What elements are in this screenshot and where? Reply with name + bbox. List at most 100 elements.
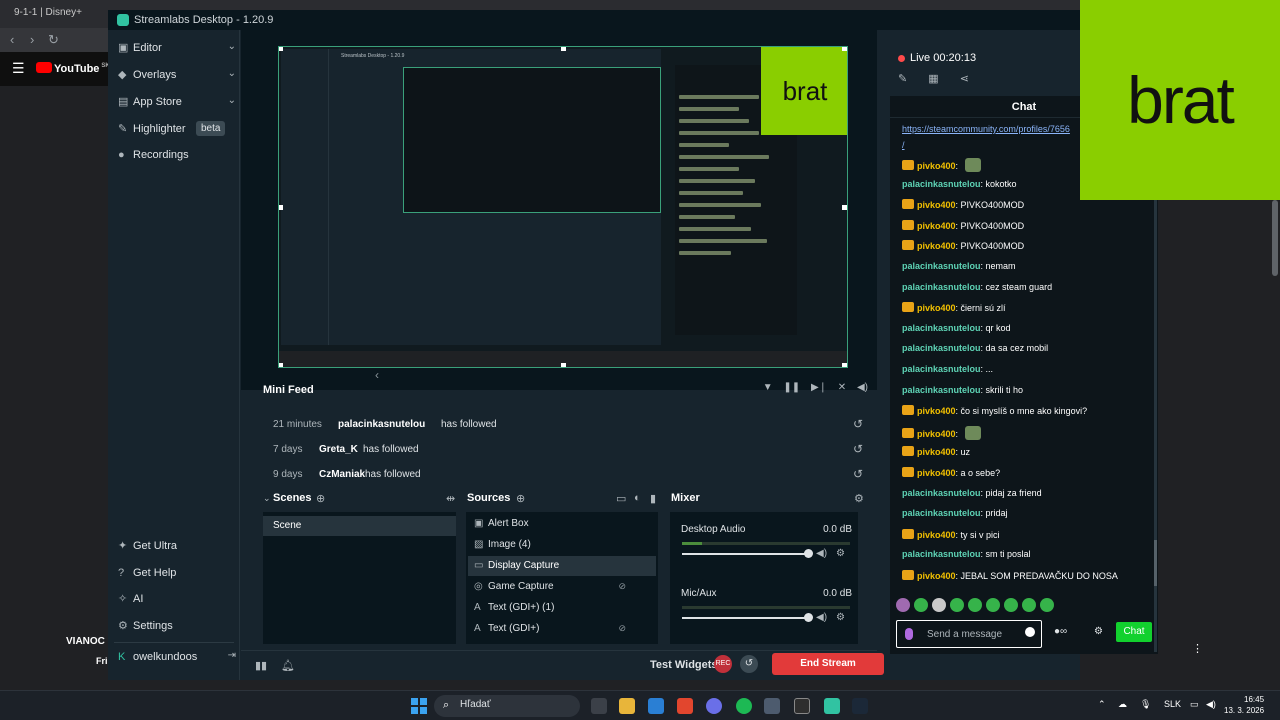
volume-tray-icon[interactable]: ◀) — [1206, 699, 1216, 710]
gear-icon[interactable]: ⚙ — [1094, 626, 1103, 637]
scene-item[interactable]: Scene — [263, 516, 456, 536]
tray-overflow-icon[interactable]: ⌃ — [1098, 699, 1106, 710]
bits-icon[interactable]: ●∞ — [1054, 626, 1067, 637]
resize-handle[interactable] — [279, 205, 283, 210]
chat-username[interactable]: pivko400 — [917, 429, 956, 439]
chat-username[interactable]: palacinkasnutelou — [902, 261, 981, 271]
source-item[interactable]: ▨ Image (4) — [468, 535, 656, 555]
emote-icon[interactable] — [1004, 598, 1018, 612]
source-item[interactable]: A Text (GDI+) (1) — [468, 598, 656, 618]
microphone-tray-icon[interactable]: 🎙︎ — [1140, 699, 1151, 710]
volume-icon[interactable]: ◀) — [857, 382, 868, 393]
resize-handle[interactable] — [842, 47, 847, 51]
chat-username[interactable]: pivko400 — [917, 571, 956, 581]
test-widgets-label[interactable]: Test Widgets — [650, 659, 718, 671]
sidebar-item-highlighter[interactable]: ✎ Highlighter beta — [118, 121, 236, 141]
sidebar-item-get-ultra[interactable]: ✦ Get Ultra — [118, 538, 236, 558]
resize-handle[interactable] — [561, 363, 566, 367]
dashboard-icon[interactable]: ▦ — [928, 73, 938, 85]
edit-stream-info-icon[interactable]: ✎ — [898, 73, 907, 85]
pause-icon[interactable]: ❚❚ — [783, 382, 800, 393]
chat-message-input[interactable] — [927, 627, 1017, 641]
source-item[interactable]: ◎ Game Capture ⊘ — [468, 577, 656, 597]
youtube-logo[interactable]: YouTube SK — [36, 62, 110, 75]
chat-username[interactable]: pivko400 — [917, 406, 956, 416]
resize-handle[interactable] — [842, 205, 847, 210]
chat-username[interactable]: palacinkasnutelou — [902, 508, 981, 518]
chat-username[interactable]: palacinkasnutelou — [902, 549, 981, 559]
more-options-icon[interactable]: ⋮ — [1192, 642, 1203, 655]
filter-icon[interactable]: ▼ — [763, 382, 773, 393]
menu-icon[interactable]: ☰ — [12, 60, 25, 77]
add-scene-icon[interactable]: ⊕ — [316, 492, 325, 505]
windows-start-icon[interactable] — [411, 698, 427, 714]
eye-slash-icon[interactable]: ⊘ — [618, 581, 626, 592]
chevron-down-icon[interactable]: ⌄ — [263, 493, 271, 504]
logout-icon[interactable]: ⇥ — [228, 650, 236, 661]
volume-slider[interactable] — [682, 613, 813, 622]
replay-icon[interactable]: ↺ — [853, 442, 863, 456]
sidebar-item-settings[interactable]: ⚙ Settings — [118, 618, 236, 638]
chat-username[interactable]: pivko400 — [917, 241, 956, 251]
back-arrow-icon[interactable]: ‹ — [10, 32, 14, 47]
gear-icon[interactable]: ⚙ — [836, 612, 845, 623]
source-item[interactable]: ▭ Display Capture — [468, 556, 656, 576]
sidebar-item-editor[interactable]: ▣ Editor ⌄ — [118, 40, 236, 60]
replay-icon[interactable]: ↺ — [853, 467, 863, 481]
volume-slider-knob[interactable] — [804, 613, 813, 622]
mute-alerts-icon[interactable]: ✕ — [838, 382, 846, 393]
chevron-down-icon[interactable]: ⌄ — [228, 41, 236, 52]
chat-scrollbar-thumb[interactable] — [1154, 540, 1157, 586]
forward-arrow-icon[interactable]: › — [30, 32, 34, 47]
emote-icon[interactable] — [932, 598, 946, 612]
folder-icon[interactable]: ▮ — [650, 492, 656, 505]
chat-link[interactable]: https://steamcommunity.com/profiles/7656 — [902, 124, 1070, 134]
chat-input-box[interactable] — [896, 620, 1042, 648]
notification-bell-icon[interactable]: 🔔︎ — [281, 659, 295, 672]
chat-link[interactable]: / — [902, 140, 905, 150]
add-source-icon[interactable]: ⊕ — [516, 492, 525, 505]
eye-slash-icon[interactable]: ⊘ — [618, 623, 626, 634]
chat-username[interactable]: palacinkasnutelou — [902, 343, 981, 353]
emote-icon[interactable] — [1022, 598, 1036, 612]
task-view-icon[interactable] — [591, 698, 607, 714]
chat-username[interactable]: palacinkasnutelou — [902, 488, 981, 498]
chat-username[interactable]: pivko400 — [917, 161, 956, 171]
sidebar-item-profile[interactable]: K owelkundoos ⇥ — [118, 649, 236, 669]
outlook-icon[interactable] — [648, 698, 664, 714]
gear-icon[interactable]: ⚙ — [854, 492, 864, 505]
source-item[interactable]: A Text (GDI+) ⊘ — [468, 619, 656, 639]
chat-send-button[interactable]: Chat — [1116, 622, 1152, 642]
taskbar-search[interactable]: ⌕ Hľadať — [434, 695, 580, 717]
discord-icon[interactable] — [706, 698, 722, 714]
source-group-icon[interactable]: ▭ — [616, 492, 626, 505]
emote-icon[interactable] — [986, 598, 1000, 612]
taskbar-clock[interactable]: 16:45 13. 3. 2026 — [1224, 694, 1264, 716]
monitor-tray-icon[interactable]: ▭ — [1190, 699, 1199, 710]
resize-handle[interactable] — [279, 47, 283, 51]
volume-slider-knob[interactable] — [804, 549, 813, 558]
chat-username[interactable]: pivko400 — [917, 468, 956, 478]
browser-tab[interactable]: 9-1-1 | Disney+ — [6, 4, 106, 24]
file-explorer-icon[interactable] — [619, 698, 635, 714]
chat-username[interactable]: pivko400 — [917, 200, 956, 210]
chat-username[interactable]: pivko400 — [917, 447, 956, 457]
scene-transitions-icon[interactable]: ⇹ — [446, 492, 455, 505]
chat-username[interactable]: pivko400 — [917, 530, 956, 540]
speaker-icon[interactable]: ◀) — [816, 548, 827, 559]
sidebar-item-overlays[interactable]: ◆ Overlays ⌄ — [118, 67, 236, 87]
chat-username[interactable]: pivko400 — [917, 221, 956, 231]
chat-username[interactable]: pivko400 — [917, 303, 956, 313]
emote-icon[interactable] — [950, 598, 964, 612]
chat-username[interactable]: palacinkasnutelou — [902, 179, 981, 189]
gear-icon[interactable]: ⚙ — [836, 548, 845, 559]
brave-browser-icon[interactable] — [677, 698, 693, 714]
record-button[interactable]: REC — [714, 655, 732, 673]
chat-username[interactable]: palacinkasnutelou — [902, 385, 981, 395]
chevron-down-icon[interactable]: ⌄ — [228, 68, 236, 79]
emote-icon[interactable] — [896, 598, 910, 612]
app-icon[interactable] — [764, 698, 780, 714]
resize-handle[interactable] — [279, 363, 283, 367]
browser-scrollbar[interactable] — [1272, 200, 1278, 276]
replay-buffer-button[interactable]: ↺ — [740, 655, 758, 673]
